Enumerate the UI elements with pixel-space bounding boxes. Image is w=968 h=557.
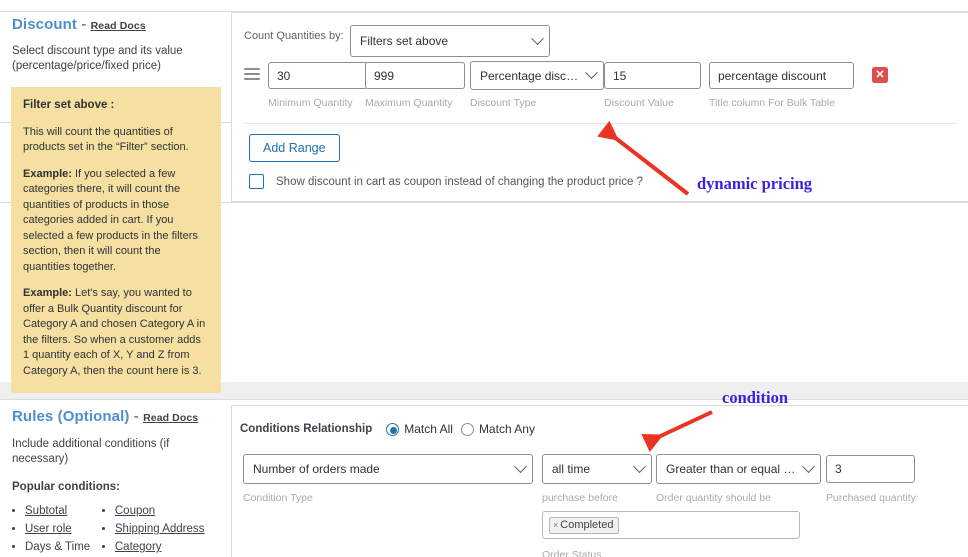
delete-range-button[interactable]: ✕: [872, 67, 888, 83]
rules-title: Rules (Optional): [12, 408, 129, 425]
discount-description: Select discount type and its value (perc…: [12, 44, 217, 74]
add-range-button[interactable]: Add Range: [249, 134, 340, 162]
chevron-down-icon: [531, 32, 544, 45]
rules-title-dash: -: [129, 408, 143, 425]
purchase-before-label: purchase before: [542, 492, 618, 504]
rules-left-column: Rules (Optional) - Read Docs Include add…: [0, 408, 231, 557]
condition-type-value: Number of orders made: [253, 462, 380, 476]
coupon-checkbox-label: Show discount in cart as coupon instead …: [276, 176, 643, 188]
order-status-field[interactable]: × Completed: [542, 511, 800, 539]
rules-section-heading: Rules (Optional) - Read Docs: [12, 408, 219, 425]
order-quantity-label: Order quantity should be: [656, 492, 771, 504]
minimum-quantity-input[interactable]: [268, 62, 368, 89]
discount-read-docs-link[interactable]: Read Docs: [91, 20, 146, 32]
condition-link-shipping-address[interactable]: Shipping Address: [115, 523, 205, 535]
note-example-label-2: Example:: [23, 287, 72, 299]
condition-type-select[interactable]: Number of orders made: [243, 454, 533, 484]
maximum-quantity-label: Maximum Quantity: [365, 97, 453, 109]
purchase-before-value: all time: [552, 462, 590, 476]
list-item[interactable]: Shipping Address: [115, 520, 219, 538]
coupon-checkbox-row[interactable]: Show discount in cart as coupon instead …: [249, 174, 643, 189]
list-item[interactable]: User role: [25, 520, 102, 538]
order-quantity-value: Greater than or equal ( >= ): [666, 462, 798, 476]
match-any-radio[interactable]: [461, 423, 474, 436]
maximum-quantity-input[interactable]: [365, 62, 465, 89]
condition-type-label: Condition Type: [243, 492, 313, 504]
match-all-radio[interactable]: [386, 423, 399, 436]
purchased-quantity-input[interactable]: [826, 455, 915, 483]
condition-annotation: condition: [722, 388, 788, 408]
list-item[interactable]: Days & Time: [25, 538, 102, 556]
condition-link-days-time[interactable]: Days & Time: [25, 541, 90, 553]
title-column-label: Title column For Bulk Table: [709, 97, 835, 109]
discount-title-dash: -: [77, 16, 91, 33]
discount-left-column: Discount - Read Docs Select discount typ…: [0, 0, 231, 393]
popular-conditions-column-a: Subtotal User role Days & Time Purchase …: [12, 502, 102, 557]
condition-link-subtotal[interactable]: Subtotal: [25, 505, 67, 517]
order-status-label: Order Status: [542, 549, 602, 557]
purchase-before-select[interactable]: all time: [542, 454, 652, 484]
match-all-label: Match All: [404, 422, 453, 436]
note-example-text-1: If you selected a few categories there, …: [23, 168, 198, 273]
discount-settings-card: Count Quantities by: ? Filters set above…: [231, 12, 968, 202]
count-quantities-select[interactable]: Filters set above: [350, 25, 550, 57]
card-inner-divider: [244, 123, 957, 124]
chevron-down-icon: [514, 460, 527, 473]
popular-conditions-column-b: Coupon Shipping Address Category Combina…: [102, 502, 219, 557]
chevron-down-icon: [633, 460, 646, 473]
coupon-checkbox[interactable]: [249, 174, 264, 189]
count-quantities-value: Filters set above: [360, 34, 448, 48]
note-example-text-2: Let's say, you wanted to offer a Bulk Qu…: [23, 287, 205, 377]
condition-link-user-role[interactable]: User role: [25, 523, 72, 535]
drag-handle-icon[interactable]: [244, 68, 260, 80]
close-icon: ✕: [875, 70, 884, 81]
list-item[interactable]: Category Combination: [115, 538, 219, 557]
chevron-down-icon: [585, 66, 598, 79]
count-quantities-label: Count Quantities by:: [244, 30, 344, 42]
note-title: Filter set above :: [23, 98, 209, 114]
conditions-card: Conditions Relationship Match All Match …: [231, 405, 968, 557]
count-quantities-row: Count Quantities by: ?: [244, 30, 362, 42]
discount-value-label: Discount Value: [604, 97, 674, 109]
conditions-relationship-row: Conditions Relationship Match All Match …: [240, 422, 535, 436]
discount-type-select[interactable]: Percentage discount: [470, 61, 604, 90]
dynamic-pricing-annotation: dynamic pricing: [697, 174, 812, 194]
note-paragraph-3: Example: Let's say, you wanted to offer …: [23, 286, 209, 379]
list-item[interactable]: Coupon: [115, 502, 219, 520]
condition-link-category-combination[interactable]: Category Combination: [115, 541, 180, 557]
discount-title: Discount: [12, 16, 77, 33]
match-all-radio-option[interactable]: Match All: [386, 422, 453, 436]
match-any-label: Match Any: [479, 422, 535, 436]
divider-rules-top: [0, 399, 968, 400]
rules-description: Include additional conditions (if necess…: [12, 437, 219, 467]
discount-type-value: Percentage discount: [480, 69, 581, 83]
condition-link-coupon[interactable]: Coupon: [115, 505, 155, 517]
note-paragraph-1: This will count the quantities of produc…: [23, 125, 209, 156]
discount-type-label: Discount Type: [470, 97, 536, 109]
order-status-tag[interactable]: × Completed: [549, 517, 619, 534]
list-item[interactable]: Subtotal: [25, 502, 102, 520]
popular-conditions-lists: Subtotal User role Days & Time Purchase …: [12, 502, 219, 557]
tag-remove-icon[interactable]: ×: [553, 520, 558, 530]
popular-conditions-title: Popular conditions:: [12, 481, 219, 493]
note-example-label-1: Example:: [23, 168, 72, 180]
discount-section-heading: Discount - Read Docs: [12, 16, 219, 33]
rules-read-docs-link[interactable]: Read Docs: [143, 412, 198, 424]
note-paragraph-2: Example: If you selected a few categorie…: [23, 167, 209, 276]
chevron-down-icon: [802, 460, 815, 473]
discount-value-input[interactable]: [604, 62, 701, 89]
minimum-quantity-label: Minimum Quantity: [268, 97, 353, 109]
conditions-relationship-label: Conditions Relationship: [240, 423, 372, 435]
screen-root: Discount - Read Docs Select discount typ…: [0, 0, 968, 557]
filter-note-box: Filter set above : This will count the q…: [11, 87, 221, 393]
purchased-quantity-label: Purchased quantity: [826, 492, 916, 504]
order-status-tag-label: Completed: [560, 519, 613, 531]
title-column-input[interactable]: [709, 62, 854, 89]
order-quantity-select[interactable]: Greater than or equal ( >= ): [656, 454, 821, 484]
match-any-radio-option[interactable]: Match Any: [461, 422, 535, 436]
